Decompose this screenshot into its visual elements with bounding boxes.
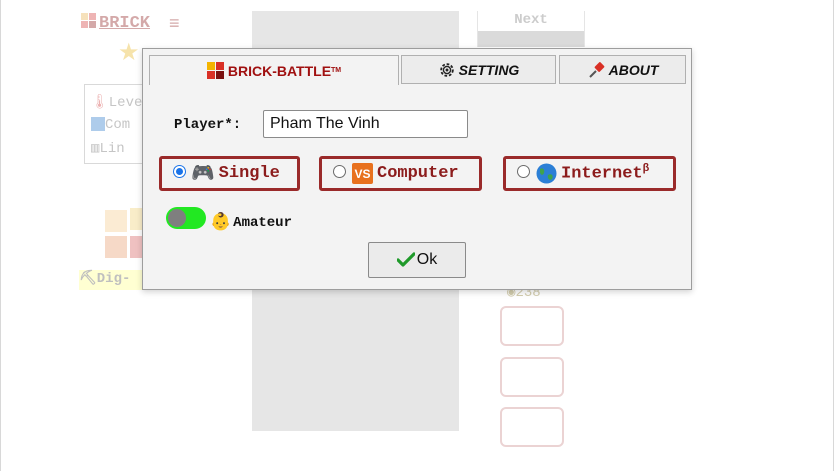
mode-single-label: Single xyxy=(218,164,280,183)
frame-right xyxy=(833,0,834,471)
gear-icon xyxy=(439,62,454,77)
player-label: Player*: xyxy=(174,117,242,133)
next-piece-panel: Next xyxy=(477,11,585,47)
mode-computer-radio[interactable] xyxy=(333,165,346,178)
player-name-input[interactable] xyxy=(263,110,468,138)
stat-combo: Com xyxy=(91,117,130,133)
mode-internet-radio[interactable] xyxy=(517,165,530,178)
tab-brick-battle-label: BRICK-BATTLE xyxy=(227,62,332,79)
powerup-slot[interactable] xyxy=(500,357,564,397)
mode-internet-label: Internetβ xyxy=(561,163,650,184)
tab-about-label: ABOUT xyxy=(608,61,659,78)
mode-single[interactable]: 🎮 Single xyxy=(159,156,300,191)
combo-icon xyxy=(91,117,105,132)
frame-left xyxy=(0,0,1,471)
mode-internet[interactable]: Internetβ xyxy=(503,156,676,191)
tab-setting-label: SETTING xyxy=(458,61,520,78)
tab-about[interactable]: ABOUT xyxy=(559,55,686,84)
star-icon: ★ xyxy=(118,39,140,66)
pickaxe-icon: ⛏ xyxy=(79,271,97,287)
thermometer-icon: 🌡 xyxy=(91,95,109,111)
mode-computer-label: Computer xyxy=(377,164,459,183)
beta-superscript: β xyxy=(642,163,650,176)
mode-single-radio[interactable] xyxy=(173,165,186,178)
mode-computer[interactable]: VS Computer xyxy=(319,156,482,191)
brick-logo-icon xyxy=(206,61,224,79)
stat-lines: ▥Lin xyxy=(91,141,125,157)
game-title[interactable]: BRICK xyxy=(99,14,150,33)
ok-button[interactable]: Ok xyxy=(368,242,466,278)
pin-icon xyxy=(588,61,604,78)
level-toggle[interactable] xyxy=(166,207,206,229)
start-dialog: BRICK-BATTLETM SETTING ABOUT Player*: 🎮 … xyxy=(142,48,692,290)
menu-icon[interactable]: ≡ xyxy=(169,13,180,34)
baby-icon: 👶 xyxy=(210,214,232,233)
powerup-slot[interactable] xyxy=(500,306,564,346)
toggle-knob xyxy=(168,209,186,227)
stat-level: 🌡Leve xyxy=(91,95,143,111)
tab-brick-battle[interactable]: BRICK-BATTLE TM xyxy=(149,55,399,85)
next-piece-preview xyxy=(478,31,584,47)
level-label: 👶 Amateur xyxy=(210,214,292,233)
trademark-mark: TM xyxy=(331,67,342,74)
gamepad-icon: 🎮 xyxy=(191,163,215,184)
ok-button-label: Ok xyxy=(416,251,438,268)
next-label: Next xyxy=(514,12,548,28)
tab-setting[interactable]: SETTING xyxy=(401,55,556,84)
checkmark-icon xyxy=(396,252,415,267)
powerup-slot[interactable] xyxy=(500,407,564,447)
vs-icon: VS xyxy=(352,163,373,184)
globe-icon xyxy=(536,163,557,184)
